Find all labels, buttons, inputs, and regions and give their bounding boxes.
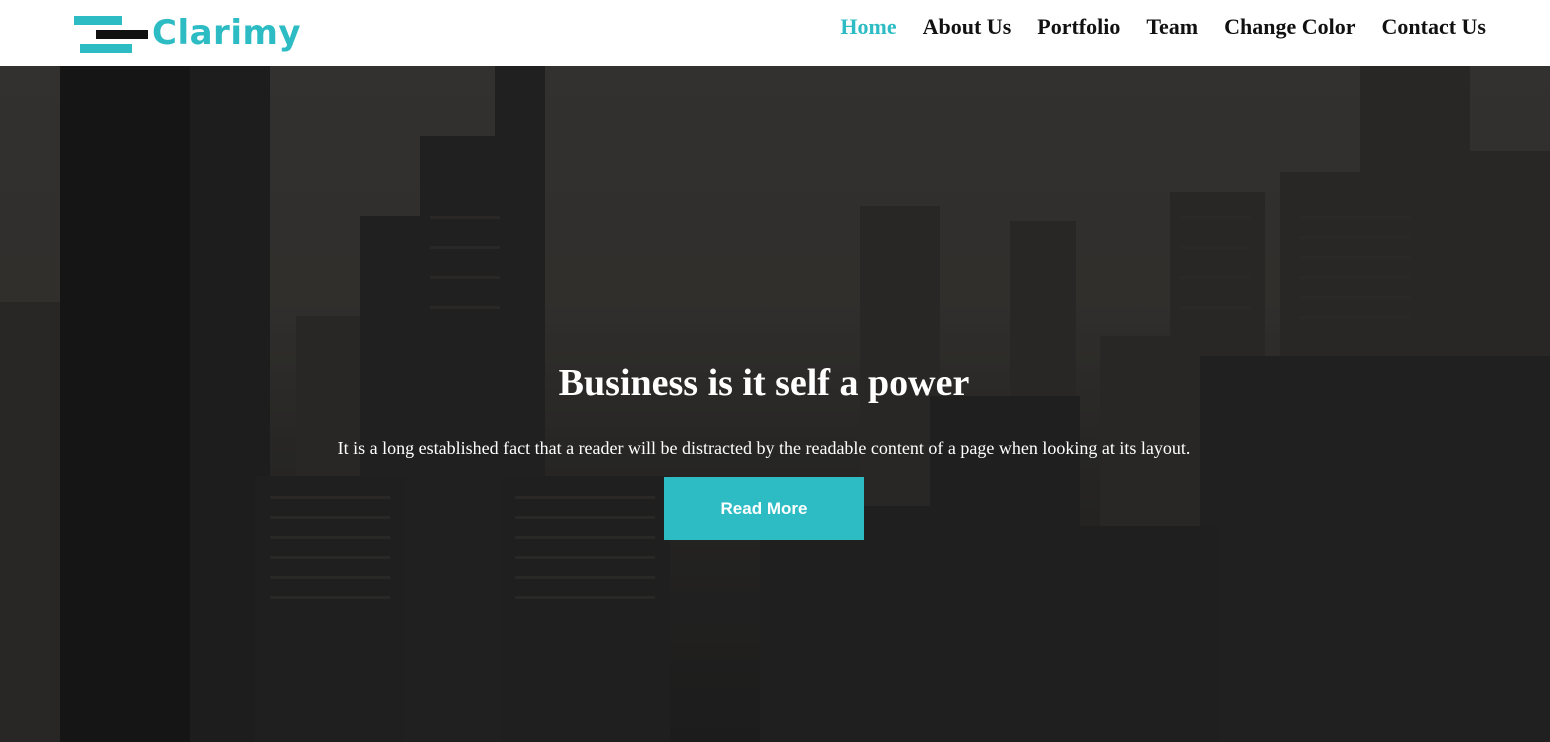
logo-mark-icon: [74, 13, 152, 53]
hero-title: Business is it self a power: [558, 362, 970, 404]
nav-item-change-color[interactable]: Change Color: [1224, 13, 1355, 41]
hero-section: Business is it self a power It is a long…: [0, 66, 1550, 742]
nav-item-home[interactable]: Home: [840, 13, 896, 41]
nav-item-portfolio[interactable]: Portfolio: [1037, 13, 1120, 41]
logo[interactable]: Clarimy: [74, 10, 314, 56]
nav-item-contact-us[interactable]: Contact Us: [1382, 13, 1487, 41]
read-more-button[interactable]: Read More: [664, 477, 864, 540]
main-nav: Home About Us Portfolio Team Change Colo…: [840, 13, 1486, 41]
brand-name: Clarimy: [152, 13, 302, 53]
site-header: Clarimy Home About Us Portfolio Team Cha…: [0, 0, 1550, 66]
hero-content: Business is it self a power It is a long…: [0, 66, 1550, 742]
hero-text: It is a long established fact that a rea…: [337, 438, 1191, 458]
nav-item-about-us[interactable]: About Us: [923, 13, 1012, 41]
nav-item-team[interactable]: Team: [1146, 13, 1198, 41]
